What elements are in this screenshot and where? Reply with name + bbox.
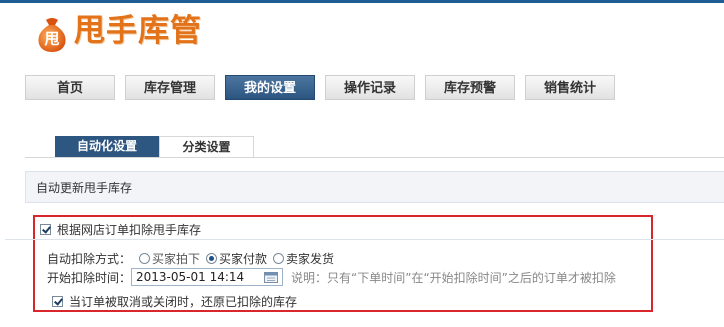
restore-stock-label: 当订单被取消或关闭时，还原已扣除的库存 xyxy=(69,295,298,309)
radio-seller-ship[interactable] xyxy=(273,253,285,264)
start-time-label: 开始扣除时间： xyxy=(47,270,132,285)
nav-operation-log[interactable]: 操作记录 xyxy=(325,75,415,100)
money-bag-icon: 甩 xyxy=(38,18,66,52)
start-time-input[interactable]: 2013-05-01 14:14 xyxy=(131,268,284,286)
restore-stock-option[interactable]: 当订单被取消或关闭时，还原已扣除的库存 xyxy=(52,293,297,310)
nav-home[interactable]: 首页 xyxy=(25,75,115,100)
deduct-stock-label: 根据网店订单扣除甩手库存 xyxy=(57,223,202,237)
start-time-value: 2013-05-01 14:14 xyxy=(136,270,245,284)
radio-buyer-pay[interactable] xyxy=(206,253,218,264)
app-logo: 甩 甩手库管 xyxy=(32,9,222,55)
nav-sales-stats[interactable]: 销售统计 xyxy=(525,75,615,100)
start-time-note: 说明：只有“下单时间”在“开始扣除时间”之后的订单才被扣除 xyxy=(291,270,616,285)
divider xyxy=(5,239,724,240)
deduct-stock-option[interactable]: 根据网店订单扣除甩手库存 xyxy=(40,221,201,238)
deduct-stock-checkbox[interactable] xyxy=(40,224,51,235)
radio-buyer-order-label[interactable]: 买家拍下 xyxy=(152,250,200,267)
restore-stock-checkbox[interactable] xyxy=(52,296,63,307)
nav-my-settings[interactable]: 我的设置 xyxy=(225,75,315,100)
panel-title: 自动更新甩手库存 xyxy=(25,171,724,203)
app-title: 甩手库管 xyxy=(74,13,202,49)
deduct-mode-row: 自动扣除方式： 买家拍下 买家付款 卖家发货 xyxy=(47,250,334,267)
settings-subtabs: 自动化设置 分类设置 xyxy=(25,135,724,158)
svg-text:甩: 甩 xyxy=(43,30,59,48)
radio-buyer-order[interactable] xyxy=(139,253,151,264)
nav-inventory[interactable]: 库存管理 xyxy=(125,75,215,100)
deduct-mode-label: 自动扣除方式： xyxy=(47,252,132,266)
radio-buyer-pay-label[interactable]: 买家付款 xyxy=(219,250,267,267)
nav-stock-alert[interactable]: 库存预警 xyxy=(425,75,515,100)
start-time-row: 开始扣除时间： 2013-05-01 14:14 说明：只有“下单时间”在“开始… xyxy=(47,268,616,286)
tab-category[interactable]: 分类设置 xyxy=(159,136,254,157)
tab-automation[interactable]: 自动化设置 xyxy=(55,136,159,157)
top-accent-bar xyxy=(0,0,724,3)
calendar-icon[interactable] xyxy=(264,271,279,283)
radio-seller-ship-label[interactable]: 卖家发货 xyxy=(286,250,334,267)
